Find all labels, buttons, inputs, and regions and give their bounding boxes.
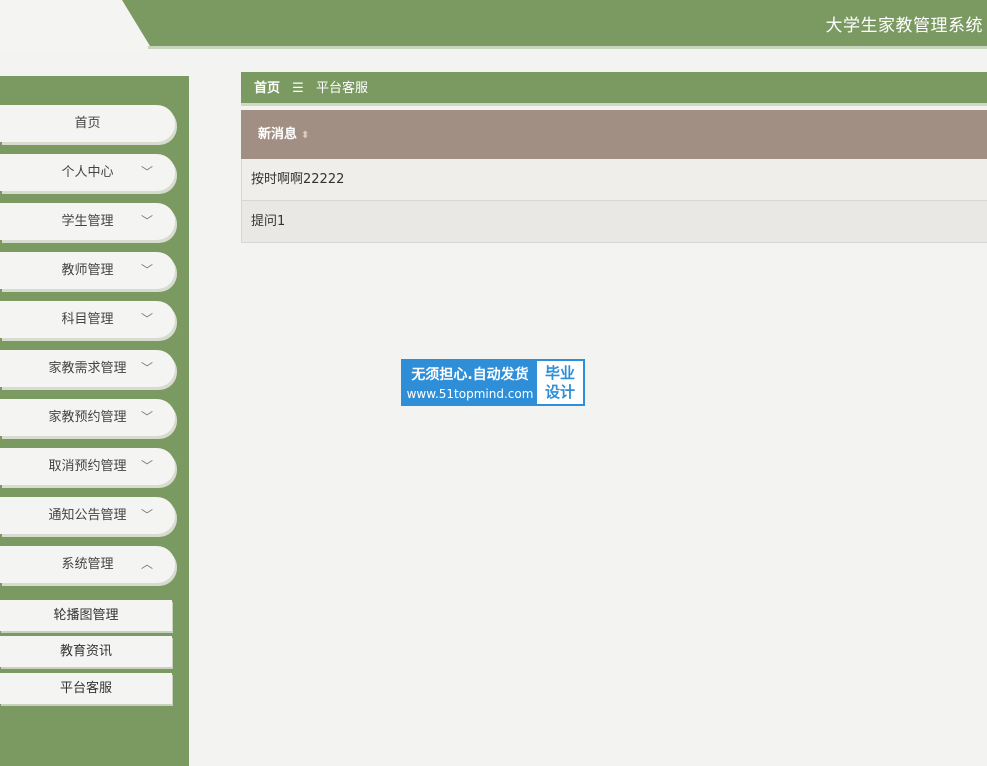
- sidebar-subitem-customer-service[interactable]: 平台客服: [0, 673, 172, 704]
- chevron-down-icon: ﹀: [140, 165, 153, 179]
- sidebar-subitem-label: 教育资讯: [59, 644, 112, 659]
- chevron-down-icon: ﹀: [140, 459, 153, 473]
- app-title: 大学生家教管理系统: [825, 16, 983, 36]
- sidebar-item-personal-center[interactable]: 个人中心 ﹀: [0, 154, 175, 191]
- sidebar-item-label: 家教预约管理: [48, 410, 127, 425]
- sidebar-top-edge: [0, 76, 189, 96]
- chevron-down-icon: ﹀: [140, 312, 153, 326]
- sort-icon[interactable]: ⬍: [301, 130, 309, 141]
- header-divider: [148, 46, 987, 49]
- badge-right-line-2: 设计: [544, 383, 575, 401]
- badge-text: 无须担心.自动发货 www.51topmind.com: [403, 361, 537, 404]
- watermark-badge: 无须担心.自动发货 www.51topmind.com 毕业 设计: [401, 359, 585, 406]
- sidebar-item-cancel-bookings[interactable]: 取消预约管理 ﹀: [0, 448, 175, 485]
- sidebar-item-system[interactable]: 系统管理 ︿: [0, 546, 175, 583]
- chevron-down-icon: ﹀: [140, 361, 153, 375]
- chevron-down-icon: ﹀: [140, 263, 153, 277]
- sidebar-item-label: 通知公告管理: [48, 508, 127, 523]
- badge-label: 毕业 设计: [537, 361, 583, 404]
- sidebar-item-tutoring-bookings[interactable]: 家教预约管理 ﹀: [0, 399, 175, 436]
- table-row[interactable]: 提问1: [241, 201, 987, 243]
- sidebar-item-label: 个人中心: [61, 165, 114, 180]
- badge-url: www.51topmind.com: [406, 387, 534, 401]
- sidebar-item-label: 学生管理: [61, 214, 114, 229]
- table-header[interactable]: 新消息 ⬍: [241, 110, 987, 159]
- badge-line-1: 无须担心.自动发货: [411, 367, 529, 383]
- sidebar-subitem-education-news[interactable]: 教育资讯: [0, 636, 172, 667]
- sidebar-item-label: 教师管理: [61, 263, 114, 278]
- sidebar-item-students[interactable]: 学生管理 ﹀: [0, 203, 175, 240]
- badge-right-line-1: 毕业: [544, 364, 575, 382]
- sidebar-item-label: 家教需求管理: [48, 361, 127, 376]
- chevron-down-icon: ﹀: [140, 410, 153, 424]
- breadcrumb-separator-icon: ☰: [292, 81, 304, 96]
- app-header: 大学生家教管理系统: [0, 0, 987, 50]
- sidebar-subitem-label: 轮播图管理: [53, 608, 119, 623]
- sidebar-subitem-carousel[interactable]: 轮播图管理: [0, 600, 172, 631]
- sidebar-item-label: 系统管理: [61, 557, 114, 572]
- chevron-down-icon: ﹀: [140, 508, 153, 522]
- message-table: 新消息 ⬍ 按时啊啊22222 提问1: [241, 110, 987, 243]
- breadcrumb-home[interactable]: 首页: [254, 81, 280, 96]
- sidebar-item-label: 取消预约管理: [48, 459, 127, 474]
- sidebar-item-label: 科目管理: [61, 312, 114, 327]
- sidebar-item-subjects[interactable]: 科目管理 ﹀: [0, 301, 175, 338]
- sidebar-item-tutoring-demands[interactable]: 家教需求管理 ﹀: [0, 350, 175, 387]
- sidebar-subitem-label: 平台客服: [59, 681, 112, 696]
- table-row[interactable]: 按时啊啊22222: [241, 159, 987, 201]
- sidebar-item-announcements[interactable]: 通知公告管理 ﹀: [0, 497, 175, 534]
- sidebar-item-label: 首页: [74, 116, 101, 131]
- chevron-down-icon: ﹀: [140, 214, 153, 228]
- chevron-up-icon: ︿: [140, 557, 153, 571]
- breadcrumb-current: 平台客服: [315, 81, 368, 96]
- breadcrumb: 首页 ☰ 平台客服: [241, 72, 987, 106]
- sidebar-item-home[interactable]: 首页: [0, 105, 175, 142]
- sidebar-item-teachers[interactable]: 教师管理 ﹀: [0, 252, 175, 289]
- column-header-new-message: 新消息: [258, 127, 298, 142]
